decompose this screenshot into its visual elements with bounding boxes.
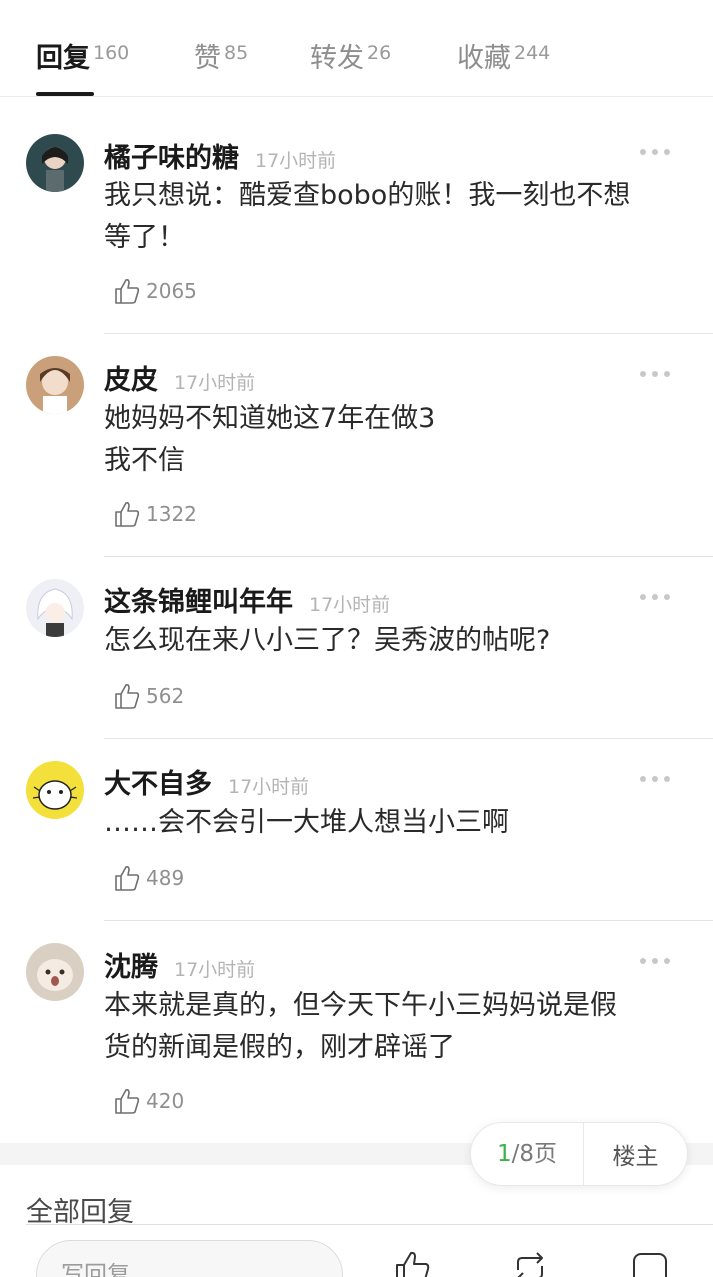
more-dots-icon[interactable]: [640, 769, 680, 789]
tab-bar: 回复 160 赞 85 转发 26 收藏 244: [0, 0, 713, 97]
divider: [104, 920, 713, 921]
like-count: 562: [146, 684, 185, 708]
active-tab-indicator: [36, 92, 94, 96]
comment-text: 本来就是真的，但今天下午小三妈妈说是假 货的新闻是假的，刚才辟谣了: [104, 990, 617, 1063]
avatar[interactable]: [26, 761, 84, 819]
thumb-up-icon: [115, 502, 140, 527]
tab-count: 26: [367, 42, 392, 64]
more-dots-icon[interactable]: [640, 951, 680, 971]
username-text: 大不自多: [104, 769, 212, 800]
divider: [26, 1224, 713, 1225]
thumb-up-icon: [115, 279, 140, 304]
tab-reposts[interactable]: 转发 26: [310, 36, 391, 75]
comment-time: 17小时前: [309, 594, 391, 616]
thumb-up-icon: [115, 866, 140, 891]
comment-icon[interactable]: [630, 1248, 670, 1277]
comment-time: 17小时前: [174, 959, 256, 981]
like-button[interactable]: 562: [112, 681, 184, 711]
total-pages: /8页: [511, 1141, 558, 1167]
tab-replies[interactable]: 回复 160: [36, 36, 129, 75]
comment-time: 17小时前: [255, 150, 337, 172]
divider: [104, 738, 713, 739]
only-owner-button[interactable]: 楼主: [584, 1137, 687, 1171]
comment-username[interactable]: 大不自多 17小时前: [104, 762, 309, 801]
thumb-up-icon[interactable]: [392, 1248, 432, 1277]
username-text: 这条锦鲤叫年年: [104, 587, 293, 618]
like-count: 1322: [146, 502, 197, 526]
comment-text: 她妈妈不知道她这7年在做3 我不信: [104, 403, 436, 476]
like-button[interactable]: 2065: [112, 276, 197, 306]
more-dots-icon[interactable]: [640, 364, 680, 384]
comment-username[interactable]: 这条锦鲤叫年年 17小时前: [104, 580, 390, 619]
divider: [104, 556, 713, 557]
tab-favorites[interactable]: 收藏 244: [457, 36, 550, 75]
tab-count: 244: [514, 42, 551, 64]
current-page: 1: [496, 1141, 512, 1167]
like-button[interactable]: 420: [112, 1086, 184, 1116]
like-button[interactable]: 1322: [112, 499, 197, 529]
username-text: 皮皮: [104, 365, 158, 396]
comment-username[interactable]: 橘子味的糖 17小时前: [104, 136, 336, 175]
tab-count: 85: [224, 42, 249, 64]
like-count: 2065: [146, 279, 197, 303]
page-switcher[interactable]: 1/8页 楼主: [470, 1122, 688, 1186]
avatar[interactable]: [26, 943, 84, 1001]
thumb-up-icon: [115, 684, 140, 709]
like-button[interactable]: 489: [112, 863, 184, 893]
avatar[interactable]: [26, 356, 84, 414]
repost-icon[interactable]: [510, 1248, 550, 1277]
tab-likes[interactable]: 赞 85: [194, 36, 248, 75]
tab-label: 转发: [310, 43, 364, 74]
username-text: 沈腾: [104, 952, 158, 983]
username-text: 橘子味的糖: [104, 143, 239, 174]
page-indicator[interactable]: 1/8页: [471, 1122, 584, 1186]
more-dots-icon[interactable]: [640, 587, 680, 607]
avatar[interactable]: [26, 579, 84, 637]
comment-time: 17小时前: [174, 372, 256, 394]
tab-label: 收藏: [457, 43, 511, 74]
comment-username[interactable]: 皮皮 17小时前: [104, 358, 255, 397]
reply-input[interactable]: 写回复: [36, 1240, 343, 1277]
more-dots-icon[interactable]: [640, 142, 680, 162]
like-count: 489: [146, 866, 185, 890]
tab-label: 回复: [36, 43, 90, 74]
avatar[interactable]: [26, 134, 84, 192]
comment-text: 怎么现在来八小三了？吴秀波的帖呢?: [104, 625, 551, 656]
thumb-up-icon: [115, 1089, 140, 1114]
divider: [104, 333, 713, 334]
tab-label: 赞: [194, 43, 221, 74]
comment-text: ……会不会引一大堆人想当小三啊: [104, 807, 509, 838]
tab-count: 160: [93, 42, 130, 64]
comment-text: 我只想说：酷爱查bobo的账！我一刻也不想 等了！: [104, 180, 631, 253]
comment-time: 17小时前: [228, 776, 310, 798]
comment-username[interactable]: 沈腾 17小时前: [104, 945, 255, 984]
like-count: 420: [146, 1089, 185, 1113]
